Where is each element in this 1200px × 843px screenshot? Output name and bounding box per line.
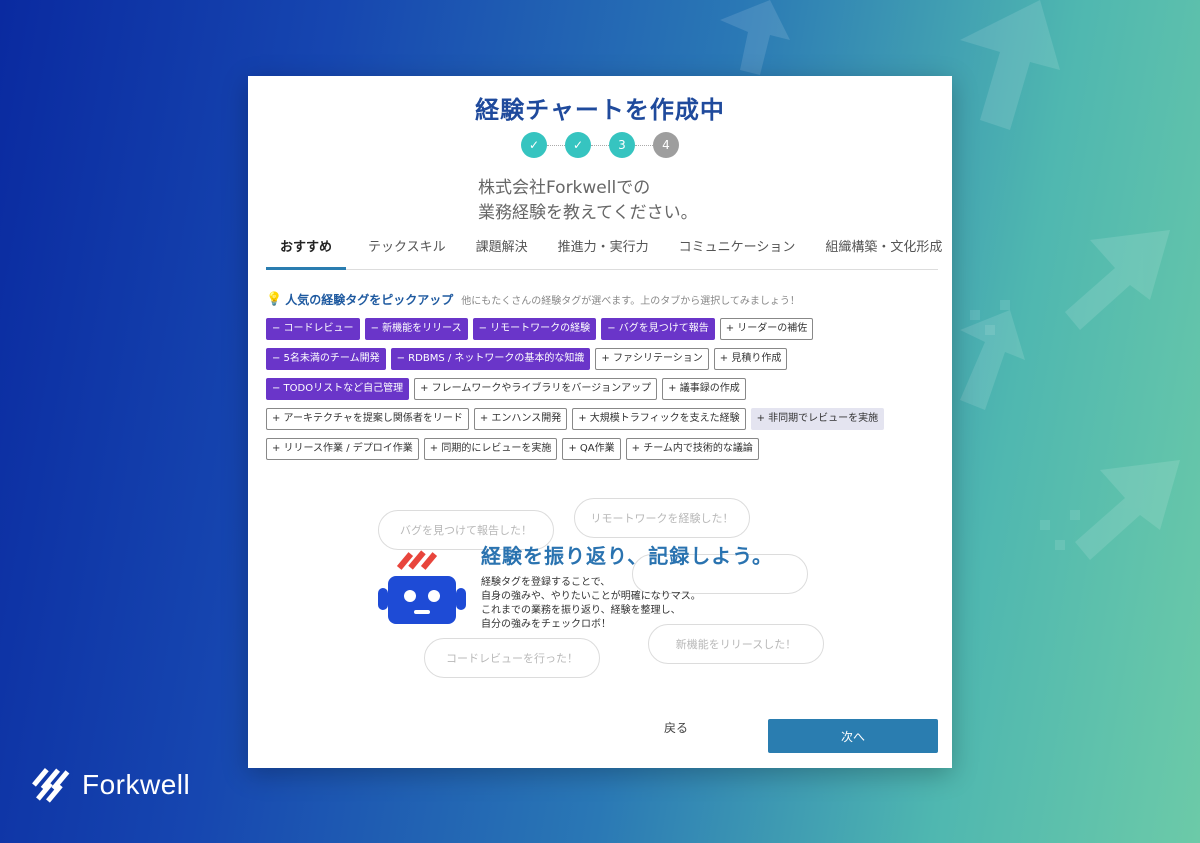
tag-unselected[interactable]: + ファシリテーション bbox=[595, 348, 709, 370]
tag-row: − 5名未満のチーム開発 − RDBMS / ネットワークの基本的な知識 + フ… bbox=[266, 348, 906, 370]
step-2: ✓ bbox=[565, 132, 591, 158]
tag-row: − TODOリストなど自己管理 + フレームワークやライブラリをバージョンアップ… bbox=[266, 378, 906, 400]
tag-unselected[interactable]: + 同期的にレビューを実施 bbox=[423, 438, 558, 460]
tag-unselected[interactable]: + フレームワークやライブラリをバージョンアップ bbox=[414, 378, 658, 400]
robot-icon bbox=[378, 550, 466, 624]
tag-row: − コードレビュー − 新機能をリリース − リモートワークの経験 − バグを見… bbox=[266, 318, 906, 340]
speech-bubble: リモートワークを経験した！ bbox=[574, 498, 750, 538]
forkwell-logo-icon bbox=[32, 768, 70, 803]
step-3: 3 bbox=[609, 132, 635, 158]
question-line-2: 業務経験を教えてください。 bbox=[478, 203, 698, 223]
tag-selected[interactable]: − バグを見つけて報告 bbox=[601, 318, 715, 340]
tag-unselected[interactable]: + エンハンス開発 bbox=[473, 408, 568, 430]
tag-selected[interactable]: − 新機能をリリース bbox=[364, 318, 468, 340]
tab-tech-skill[interactable]: テックスキル bbox=[360, 236, 454, 270]
step-connector bbox=[591, 144, 609, 146]
question-line-1: 株式会社Forkwellでの bbox=[478, 178, 651, 198]
brand-name: Forkwell bbox=[82, 769, 191, 800]
speech-bubble: コードレビューを行った！ bbox=[424, 638, 600, 678]
step-connector bbox=[635, 144, 653, 146]
tag-unselected[interactable]: + リリース作業 / デプロイ作業 bbox=[266, 438, 419, 460]
tab-recommended[interactable]: おすすめ bbox=[266, 236, 347, 270]
question-heading: 株式会社Forkwellでの 業務経験を教えてください。 bbox=[478, 176, 698, 226]
description-line: これまでの業務を振り返り、経験を整理し、 bbox=[481, 605, 681, 616]
back-button[interactable]: 戻る bbox=[646, 719, 706, 736]
illustration-heading: 経験を振り返り、記録しよう。 bbox=[481, 544, 773, 568]
tag-selected[interactable]: − RDBMS / ネットワークの基本的な知識 bbox=[390, 348, 591, 370]
experience-tag-list: − コードレビュー − 新機能をリリース − リモートワークの経験 − バグを見… bbox=[266, 318, 906, 468]
category-tabs: おすすめ テックスキル 課題解決 推進力・実行力 コミュニケーション 組織構築・… bbox=[266, 236, 942, 270]
tag-hovered[interactable]: + 非同期でレビューを実施 bbox=[750, 408, 885, 430]
description-line: 自分の強みをチェックロボ！ bbox=[481, 619, 611, 630]
step-indicator: ✓ ✓ 3 4 bbox=[248, 132, 952, 158]
tab-communication[interactable]: コミュニケーション bbox=[671, 236, 804, 270]
tag-unselected[interactable]: + 議事録の作成 bbox=[662, 378, 746, 400]
tag-unselected[interactable]: + リーダーの補佐 bbox=[719, 318, 814, 340]
brand-logo: Forkwell bbox=[28, 765, 190, 805]
description-line: 自身の強みや、やりたいことが明確になりマス。 bbox=[481, 591, 701, 602]
tag-unselected[interactable]: + QA作業 bbox=[562, 438, 621, 460]
tag-row: + リリース作業 / デプロイ作業 + 同期的にレビューを実施 + QA作業 +… bbox=[266, 438, 906, 460]
pickup-header: 💡 人気の経験タグをピックアップ 他にもたくさんの経験タグが選べます。上のタブか… bbox=[266, 291, 800, 308]
next-button[interactable]: 次へ bbox=[768, 719, 938, 753]
step-1: ✓ bbox=[521, 132, 547, 158]
pickup-subtitle: 他にもたくさんの経験タグが選べます。上のタブから選択してみましょう！ bbox=[461, 296, 800, 307]
page-title: 経験チャートを作成中 bbox=[475, 96, 725, 124]
tag-selected[interactable]: − 5名未満のチーム開発 bbox=[266, 348, 386, 370]
tag-row: + アーキテクチャを提案し関係者をリード + エンハンス開発 + 大規模トラフィ… bbox=[266, 408, 906, 430]
empty-state-illustration: バグを見つけて報告した！ リモートワークを経験した！ コードレビューを行った！ … bbox=[368, 496, 828, 686]
lightbulb-icon: 💡 bbox=[266, 292, 283, 307]
illustration-description: 経験タグを登録することで、 自身の強みや、やりたいことが明確になりマス。 これま… bbox=[481, 576, 701, 632]
tab-execution[interactable]: 推進力・実行力 bbox=[550, 236, 657, 270]
step-connector bbox=[547, 144, 565, 146]
tag-unselected[interactable]: + 大規模トラフィックを支えた経験 bbox=[572, 408, 746, 430]
experience-chart-modal: 経験チャートを作成中 ✓ ✓ 3 4 株式会社Forkwellでの 業務経験を教… bbox=[248, 76, 952, 768]
description-line: 経験タグを登録することで、 bbox=[481, 577, 611, 588]
tab-organization[interactable]: 組織構築・文化形成 bbox=[817, 236, 950, 270]
tag-unselected[interactable]: + アーキテクチャを提案し関係者をリード bbox=[266, 408, 469, 430]
pickup-title: 人気の経験タグをピックアップ bbox=[285, 293, 454, 307]
tag-selected[interactable]: − TODOリストなど自己管理 bbox=[266, 378, 410, 400]
tag-selected[interactable]: − コードレビュー bbox=[266, 318, 360, 340]
tag-selected[interactable]: − リモートワークの経験 bbox=[472, 318, 597, 340]
tag-unselected[interactable]: + チーム内で技術的な議論 bbox=[625, 438, 759, 460]
tag-unselected[interactable]: + 見積り作成 bbox=[713, 348, 788, 370]
step-4: 4 bbox=[653, 132, 679, 158]
tab-problem-solving[interactable]: 課題解決 bbox=[468, 236, 536, 270]
